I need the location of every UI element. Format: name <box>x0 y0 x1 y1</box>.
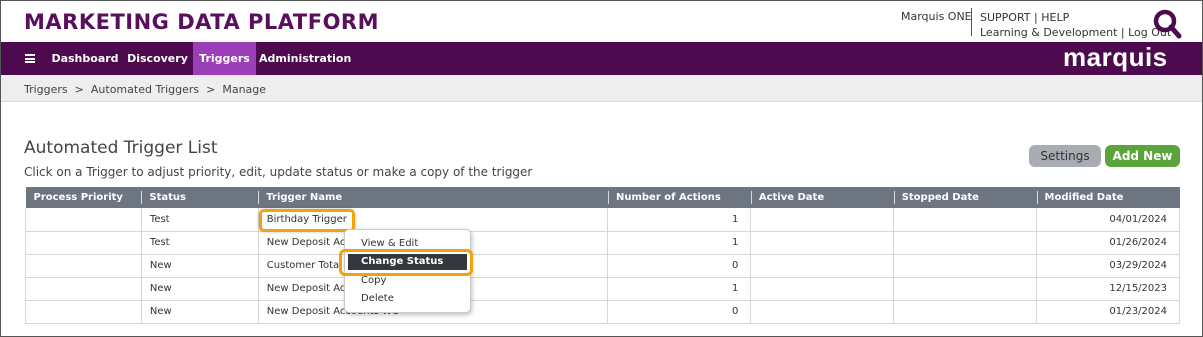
context-menu: View & Edit Change Status Copy Delete <box>344 229 471 313</box>
stopped-date-cell <box>893 208 1038 232</box>
status-cell: New <box>141 277 259 301</box>
actions-cell: 0 <box>607 254 752 278</box>
app-window: MARKETING DATA PLATFORM Marquis ONE SUPP… <box>0 0 1203 337</box>
column-header-trigger-name[interactable]: Trigger Name <box>258 187 608 208</box>
help-link[interactable]: HELP <box>1041 11 1069 24</box>
table-row[interactable]: Test New Deposit Acc 1 01/26/2024 <box>25 231 1180 255</box>
stopped-date-cell <box>893 300 1038 324</box>
menu-item-change-status[interactable]: Change Status <box>348 254 467 270</box>
priority-cell <box>25 231 142 255</box>
settings-button[interactable]: Settings <box>1029 145 1101 167</box>
active-date-cell <box>750 277 895 301</box>
breadcrumb-separator: > <box>206 83 216 96</box>
actions-cell: 1 <box>607 231 752 255</box>
breadcrumb-separator: > <box>74 83 84 96</box>
active-date-cell <box>750 231 895 255</box>
pipe-separator: | <box>1034 11 1038 24</box>
modified-date-cell: 03/29/2024 <box>1036 254 1180 278</box>
search-icon[interactable] <box>1152 9 1184 39</box>
stopped-date-cell <box>893 254 1038 278</box>
pipe-separator: | <box>1120 26 1125 39</box>
breadcrumb-manage: Manage <box>222 83 267 96</box>
modified-date-cell: 01/23/2024 <box>1036 300 1180 324</box>
actions-cell: 0 <box>607 300 752 324</box>
top-header: MARKETING DATA PLATFORM Marquis ONE SUPP… <box>1 1 1202 42</box>
column-header-number-of-actions[interactable]: Number of Actions <box>607 187 751 208</box>
priority-cell <box>25 277 142 301</box>
priority-cell <box>25 254 142 278</box>
column-header-modified-date[interactable]: Modified Date <box>1036 187 1180 208</box>
trigger-table: Process Priority Status Trigger Name Num… <box>25 187 1180 324</box>
trigger-name-cell[interactable]: Birthday Trigger <box>258 208 609 232</box>
actions-cell: 1 <box>607 208 752 232</box>
table-row[interactable]: New New Deposit Acc 1 12/15/2023 <box>25 277 1180 301</box>
hamburger-menu-icon[interactable] <box>25 54 35 63</box>
add-new-button[interactable]: Add New <box>1105 145 1180 167</box>
table-row[interactable]: New New Deposit Accounts WO 0 01/23/2024 <box>25 300 1180 324</box>
status-cell: New <box>141 300 259 324</box>
breadcrumb-automated-triggers[interactable]: Automated Triggers <box>91 83 199 96</box>
brand-logo: marquis <box>1063 42 1168 72</box>
header-right-links: SUPPORT | HELP Learning & Development | … <box>980 10 1171 40</box>
column-header-stopped-date[interactable]: Stopped Date <box>893 187 1037 208</box>
modified-date-cell: 01/26/2024 <box>1036 231 1180 255</box>
modified-date-cell: 12/15/2023 <box>1036 277 1180 301</box>
support-link[interactable]: SUPPORT <box>980 11 1031 24</box>
actions-cell: 1 <box>607 277 752 301</box>
user-link[interactable]: Marquis ONE <box>901 10 972 23</box>
stopped-date-cell <box>893 231 1038 255</box>
breadcrumb-bar: Triggers > Automated Triggers > Manage <box>1 75 1202 102</box>
nav-discovery[interactable]: Discovery <box>124 42 191 75</box>
table-header-row: Process Priority Status Trigger Name Num… <box>25 187 1180 208</box>
column-header-priority[interactable]: Process Priority <box>25 187 142 208</box>
app-title: MARKETING DATA PLATFORM <box>24 10 379 34</box>
column-header-status[interactable]: Status <box>141 187 259 208</box>
status-cell: New <box>141 254 259 278</box>
active-date-cell <box>750 208 895 232</box>
breadcrumb: Triggers > Automated Triggers > Manage <box>24 83 266 96</box>
table-row[interactable]: Test Birthday Trigger 1 04/01/2024 <box>25 208 1180 232</box>
main-nav: Dashboard Discovery Triggers Administrat… <box>1 42 1202 75</box>
table-row[interactable]: New Customer Total 0 03/29/2024 <box>25 254 1180 278</box>
nav-dashboard[interactable]: Dashboard <box>48 42 122 75</box>
nav-administration[interactable]: Administration <box>259 42 351 75</box>
page-title: Automated Trigger List <box>24 138 218 158</box>
active-date-cell <box>750 300 895 324</box>
status-cell: Test <box>141 231 259 255</box>
learning-link[interactable]: Learning & Development <box>980 26 1117 39</box>
column-header-active-date[interactable]: Active Date <box>750 187 894 208</box>
header-divider <box>971 8 972 36</box>
modified-date-cell: 04/01/2024 <box>1036 208 1180 232</box>
menu-item-view-edit[interactable]: View & Edit <box>361 238 418 249</box>
page-subtitle: Click on a Trigger to adjust priority, e… <box>24 165 533 179</box>
stopped-date-cell <box>893 277 1038 301</box>
status-cell: Test <box>141 208 259 232</box>
priority-cell <box>25 208 142 232</box>
nav-triggers[interactable]: Triggers <box>193 42 256 75</box>
breadcrumb-triggers[interactable]: Triggers <box>24 83 68 96</box>
active-date-cell <box>750 254 895 278</box>
menu-item-copy[interactable]: Copy <box>361 275 386 286</box>
priority-cell <box>25 300 142 324</box>
menu-item-delete[interactable]: Delete <box>361 293 394 304</box>
